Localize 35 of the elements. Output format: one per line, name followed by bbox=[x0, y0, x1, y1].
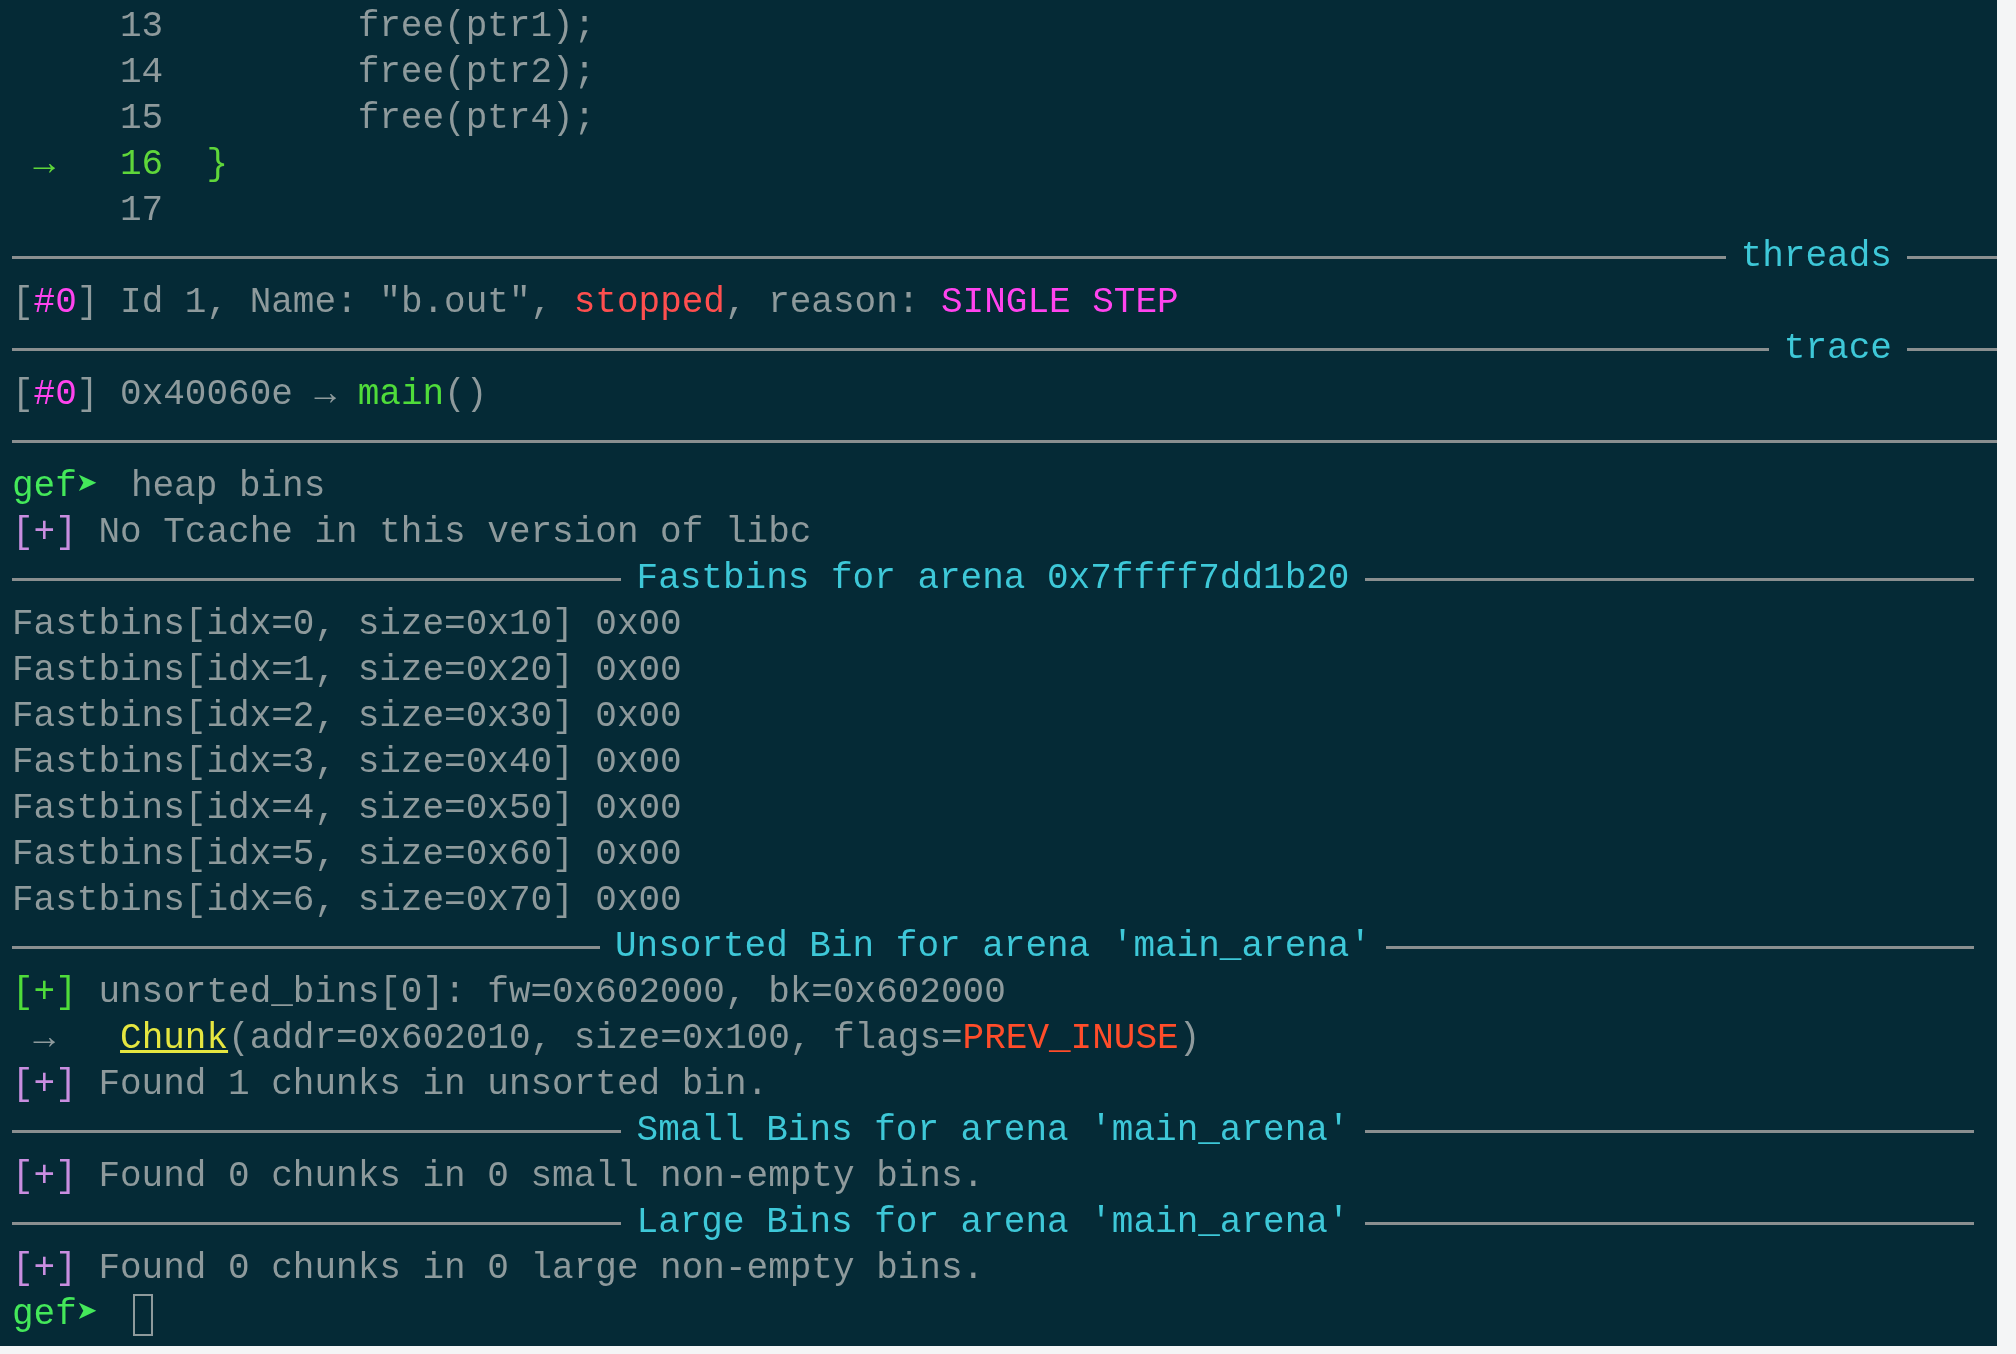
output-line: Fastbins[idx=3, size=0x40] 0x00 bbox=[12, 741, 682, 785]
output-line: Fastbins[idx=4, size=0x50] 0x00 bbox=[12, 787, 682, 831]
output-line: [+] Found 1 chunks in unsorted bin. bbox=[12, 1063, 769, 1107]
current-line-arrow: → bbox=[33, 144, 56, 185]
line-number: 15 bbox=[119, 97, 165, 141]
text-cursor bbox=[133, 1294, 154, 1336]
output-line: → Chunk(addr=0x602010, size=0x100, flags=PREV_INUSE) bbox=[32, 1017, 1201, 1061]
line-number: 16 bbox=[119, 143, 165, 187]
section-title: trace bbox=[1782, 327, 1893, 371]
prompt-label: gef➤ bbox=[12, 465, 99, 509]
section-title: threads bbox=[1739, 235, 1893, 279]
output-line: Fastbins[idx=5, size=0x60] 0x00 bbox=[12, 833, 682, 877]
section-title: Fastbins for arena 0x7ffff7dd1b20 bbox=[635, 557, 1351, 601]
section-title: Unsorted Bin for arena 'main_arena' bbox=[613, 925, 1373, 969]
command-text: heap bins bbox=[129, 465, 326, 509]
line-number: 14 bbox=[119, 51, 165, 95]
output-line: Fastbins[idx=6, size=0x70] 0x00 bbox=[12, 879, 682, 923]
output-line: [+] Found 0 chunks in 0 large non-empty bins. bbox=[12, 1247, 985, 1291]
output-line: [#0] 0x40060e → main() bbox=[12, 373, 488, 417]
source-code: free(ptr1); bbox=[356, 5, 596, 49]
output-line: [#0] Id 1, Name: "b.out", stopped, reason: SINGLE STEP bbox=[12, 281, 1179, 325]
source-code: } bbox=[206, 143, 229, 187]
source-code: free(ptr2); bbox=[356, 51, 596, 95]
line-number: 13 bbox=[119, 5, 165, 49]
output-line: [+] unsorted_bins[0]: fw=0x602000, bk=0x602000 bbox=[12, 971, 1006, 1015]
output-line: Fastbins[idx=0, size=0x10] 0x00 bbox=[12, 603, 682, 647]
output-line: Fastbins[idx=2, size=0x30] 0x00 bbox=[12, 695, 682, 739]
prompt-label: gef➤ bbox=[12, 1293, 99, 1337]
output-line: [+] No Tcache in this version of libc bbox=[12, 511, 812, 555]
line-number: 17 bbox=[119, 189, 165, 233]
output-line: [+] Found 0 chunks in 0 small non-empty bins. bbox=[12, 1155, 985, 1199]
section-title: Small Bins for arena 'main_arena' bbox=[635, 1109, 1351, 1153]
source-code: free(ptr4); bbox=[356, 97, 596, 141]
section-title: Large Bins for arena 'main_arena' bbox=[635, 1201, 1351, 1245]
output-line: Fastbins[idx=1, size=0x20] 0x00 bbox=[12, 649, 682, 693]
